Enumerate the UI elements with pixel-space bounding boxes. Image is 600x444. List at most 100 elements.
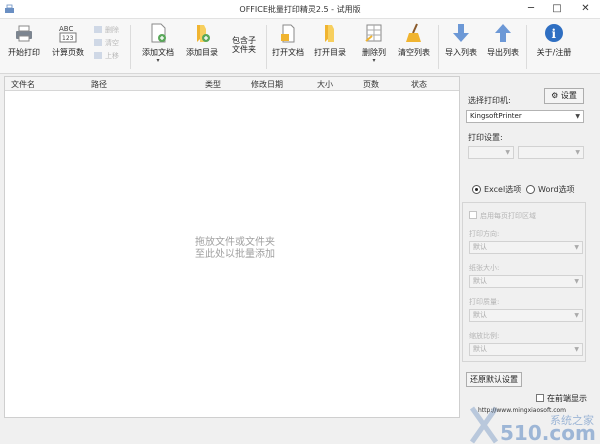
printer-icon	[16, 25, 32, 42]
paper-size-select[interactable]: 默认 ▼	[469, 275, 583, 288]
file-list[interactable]: 文件名 路径 类型 修改日期 大小 页数 状态 拖放文件或文件夹 至此处以批量添…	[4, 76, 460, 418]
column-pages[interactable]: 页数	[363, 79, 379, 90]
orientation-value: 默认	[473, 243, 487, 251]
column-filename[interactable]: 文件名	[11, 79, 35, 90]
about-register-label: 关于/注册	[536, 48, 572, 57]
zoom-label: 缩放比例:	[469, 332, 500, 340]
delete-column-button[interactable]: 删除列 ▾	[358, 22, 390, 72]
zoom-select[interactable]: 默认 ▼	[469, 343, 583, 356]
watermark-logo: http://www.mingxiaosoft.com 510.com 系统之家	[470, 406, 596, 444]
printer-settings-button[interactable]: ⚙ 设置	[544, 88, 584, 104]
column-type[interactable]: 类型	[205, 79, 221, 90]
count-pages-label: 计算页数	[52, 48, 84, 57]
column-size[interactable]: 大小	[317, 79, 333, 90]
open-folder-icon	[325, 25, 334, 42]
open-folder-button[interactable]: 打开目录	[310, 22, 350, 72]
count-pages-button[interactable]: ABC 123 计算页数	[48, 22, 88, 72]
checkbox-icon	[469, 211, 477, 219]
orientation-select[interactable]: 默认 ▼	[469, 241, 583, 254]
title-bar: OFFICE批量打印精灵2.5 - 试用版 ─ □ ✕	[0, 0, 600, 19]
print-quality-value: 默认	[473, 311, 487, 319]
column-status[interactable]: 状态	[411, 79, 427, 90]
start-print-label: 开始打印	[8, 48, 40, 57]
delete-column-icon	[365, 24, 382, 42]
chevron-down-icon: ▼	[505, 149, 510, 156]
clear-item[interactable]: 清空	[94, 38, 119, 49]
zoom-value: 默认	[473, 345, 487, 353]
toolbar-separator	[438, 25, 439, 69]
window-title: OFFICE批量打印精灵2.5 - 试用版	[239, 5, 361, 14]
svg-text:i: i	[552, 27, 557, 41]
empty-hint-line1: 拖放文件或文件夹	[195, 237, 275, 248]
about-register-button[interactable]: i 关于/注册	[532, 22, 576, 72]
close-button[interactable]: ✕	[571, 0, 600, 18]
orientation-label: 打印方向:	[469, 230, 500, 238]
print-settings-select-1[interactable]: ▼	[468, 146, 514, 159]
import-list-label: 导入列表	[445, 48, 477, 57]
settings-panel: 选择打印机: ⚙ 设置 KingsoftPrinter ▼ 打印设置: ▼ ▼ …	[462, 82, 598, 422]
empty-hint-line2: 至此处以批量添加	[195, 249, 275, 260]
toolbar-separator	[526, 25, 527, 69]
add-folder-icon	[197, 25, 210, 42]
maximize-button[interactable]: □	[544, 0, 570, 18]
paper-size-label: 纸张大小:	[469, 264, 500, 272]
open-doc-label: 打开文档	[272, 48, 304, 57]
open-folder-label: 打开目录	[314, 48, 346, 57]
move-up-icon	[94, 52, 102, 59]
import-list-button[interactable]: 导入列表	[442, 22, 480, 72]
print-quality-label: 打印质量:	[469, 298, 500, 306]
watermark-brand-cn: 系统之家	[550, 413, 594, 427]
export-list-button[interactable]: 导出列表	[484, 22, 522, 72]
excel-option-radio[interactable]: Excel选项	[472, 184, 521, 195]
chevron-down-icon: ▼	[574, 346, 579, 353]
clear-label: 清空	[105, 39, 119, 47]
printer-value: KingsoftPrinter	[470, 112, 522, 120]
toolbar-separator	[266, 25, 267, 69]
chevron-down-icon: ▼	[574, 278, 579, 285]
start-print-button[interactable]: 开始打印	[4, 22, 44, 72]
move-up-label: 上移	[105, 52, 119, 60]
word-option-label: Word选项	[538, 185, 575, 194]
delete-icon	[94, 26, 102, 33]
delete-selected-item[interactable]: 删除	[94, 25, 119, 36]
file-list-header: 文件名 路径 类型 修改日期 大小 页数 状态	[5, 77, 459, 91]
chevron-down-icon: ▼	[575, 149, 580, 156]
add-folder-button[interactable]: 添加目录	[182, 22, 222, 72]
open-document-icon	[281, 24, 295, 43]
toolbar: 开始打印 ABC 123 计算页数 删除 清空 上移 添加文档 ▾ 添加目录 包…	[0, 19, 600, 74]
abc-count-icon: ABC 123	[59, 25, 77, 43]
svg-text:ABC: ABC	[59, 25, 73, 33]
column-path[interactable]: 路径	[91, 79, 107, 90]
radio-unselected-icon	[526, 185, 535, 194]
gear-icon: ⚙	[551, 91, 559, 100]
watermark-url: http://www.mingxiaosoft.com	[478, 407, 566, 414]
arrow-up-icon	[495, 24, 511, 42]
add-document-icon	[151, 23, 166, 43]
add-docs-button[interactable]: 添加文档 ▾	[138, 22, 178, 72]
move-up-item[interactable]: 上移	[94, 51, 119, 62]
excel-options-group: 启用每页打印区域 打印方向: 默认 ▼ 纸张大小: 默认 ▼ 打印质量: 默认 ▼ 缩…	[462, 202, 586, 362]
print-area-checkbox[interactable]: 启用每页打印区域	[469, 211, 536, 221]
print-settings-select-2[interactable]: ▼	[518, 146, 584, 159]
column-modified[interactable]: 修改日期	[251, 79, 283, 90]
include-subfolders-label: 包含子 文件夹	[232, 36, 256, 54]
clear-list-button[interactable]: 清空列表	[394, 22, 434, 72]
choose-printer-label: 选择打印机:	[468, 96, 511, 105]
open-doc-button[interactable]: 打开文档	[270, 22, 306, 72]
printer-settings-label: 设置	[560, 91, 577, 100]
print-settings-label: 打印设置:	[468, 133, 503, 142]
minimize-button[interactable]: ─	[518, 0, 544, 18]
word-option-radio[interactable]: Word选项	[526, 184, 575, 195]
clear-list-label: 清空列表	[398, 48, 430, 57]
printer-select[interactable]: KingsoftPrinter ▼	[466, 110, 584, 123]
delete-column-dropdown-icon[interactable]: ▾	[358, 58, 390, 64]
empty-list-hint: 拖放文件或文件夹 至此处以批量添加	[185, 237, 285, 261]
chevron-down-icon: ▼	[574, 244, 579, 251]
delete-selected-label: 删除	[105, 26, 119, 34]
restore-defaults-button[interactable]: 还原默认设置	[466, 372, 522, 387]
radio-selected-icon	[472, 185, 481, 194]
add-docs-dropdown-icon[interactable]: ▾	[138, 58, 178, 64]
chevron-down-icon: ▼	[575, 113, 580, 120]
broom-icon	[406, 23, 421, 42]
print-quality-select[interactable]: 默认 ▼	[469, 309, 583, 322]
